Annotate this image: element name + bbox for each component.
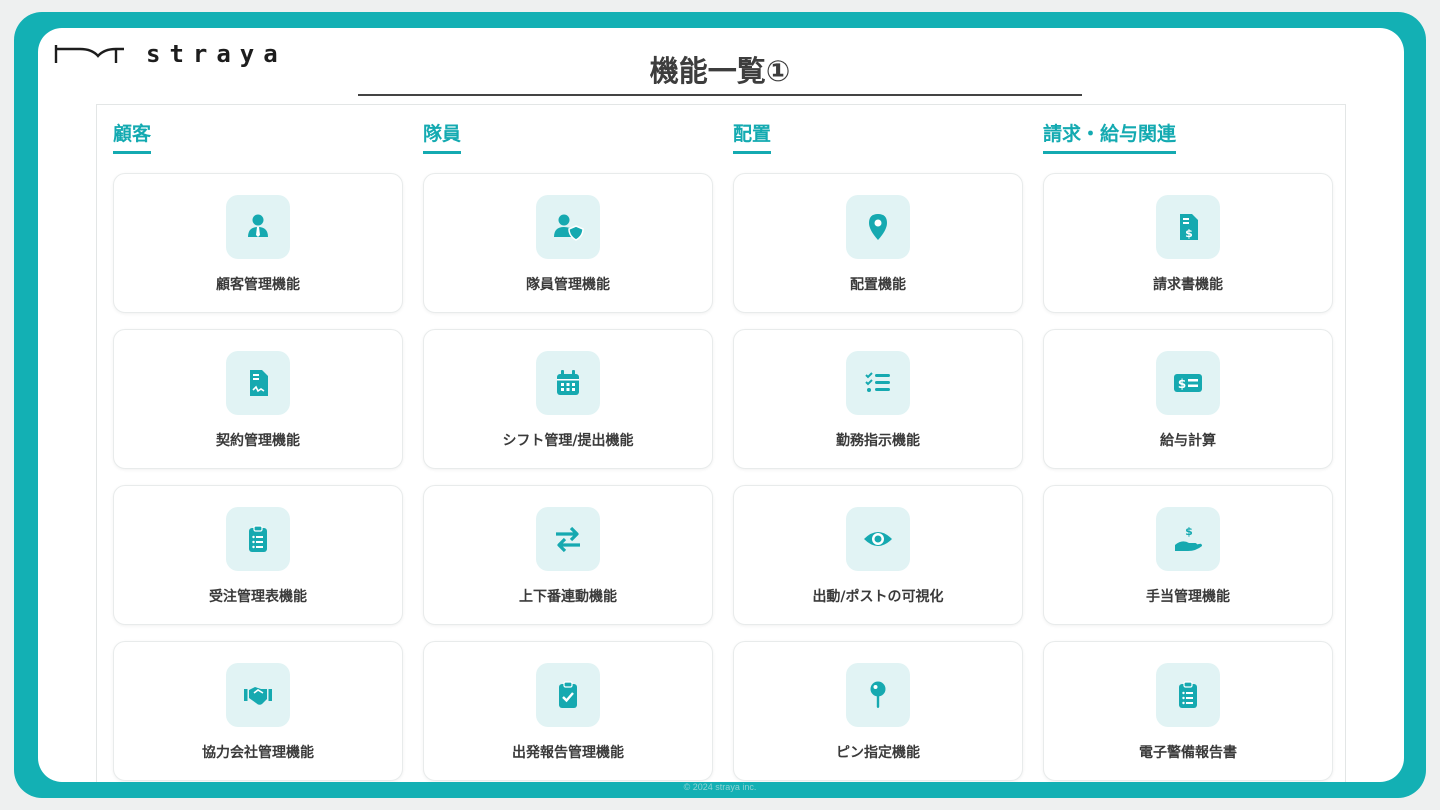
feature-icon-box: [1156, 663, 1220, 727]
money-check-icon: $: [1174, 374, 1202, 392]
feature-card-label: 出動/ポストの可視化: [812, 589, 944, 605]
feature-icon-box: [226, 663, 290, 727]
handshake-icon: [244, 687, 272, 705]
feature-card-label: 上下番連動機能: [519, 589, 617, 605]
feature-card[interactable]: シフト管理/提出機能: [423, 329, 713, 469]
feature-card-label: 電子警備報告書: [1139, 745, 1237, 761]
svg-text:$: $: [1185, 525, 1193, 538]
column-heading: 顧客: [113, 119, 152, 154]
feature-card[interactable]: 契約管理機能: [113, 329, 403, 469]
feature-icon-box: [846, 351, 910, 415]
column-heading: 請求・給与関連: [1043, 119, 1177, 154]
feature-card-label: 出発報告管理機能: [512, 745, 624, 761]
feature-icon-box: [226, 351, 290, 415]
feature-icon-box: [846, 663, 910, 727]
feature-icon-box: [536, 507, 600, 571]
eye-icon: [864, 532, 892, 546]
invoice-dollar-icon: $: [1180, 214, 1198, 240]
feature-icon-box: [846, 507, 910, 571]
feature-icon-box: [226, 195, 290, 259]
feature-icon-box: [846, 195, 910, 259]
feature-card[interactable]: ピン指定機能: [733, 641, 1023, 781]
svg-text:$: $: [1185, 227, 1193, 240]
feature-card-label: 契約管理機能: [216, 433, 300, 449]
feature-icon-box: [226, 507, 290, 571]
column-heading: 隊員: [423, 119, 462, 154]
feature-card-label: 顧客管理機能: [216, 277, 300, 293]
calendar-icon: [557, 370, 579, 395]
feature-icon-box: [536, 351, 600, 415]
feature-card-label: 受注管理表機能: [209, 589, 307, 605]
feature-card[interactable]: 勤務指示機能: [733, 329, 1023, 469]
feature-card-label: 手当管理機能: [1146, 589, 1230, 605]
clipboard-list-icon: [1179, 681, 1197, 708]
feature-card-label: 配置機能: [850, 277, 906, 293]
feature-panel: 顧客顧客管理機能 契約管理機能 受注管理表機能 協力会社管理機能 隊員隊員管理機能シフト…: [96, 104, 1346, 782]
feature-card-label: ピン指定機能: [836, 745, 920, 761]
feature-card-label: シフト管理/提出機能: [502, 433, 634, 449]
logo-mark-icon: [54, 45, 124, 63]
column-heading: 配置: [733, 119, 772, 154]
feature-card[interactable]: 受注管理表機能: [113, 485, 403, 625]
clipboard-check-icon: [559, 681, 577, 708]
exchange-arrows-icon: [556, 526, 580, 553]
feature-icon-box: [536, 663, 600, 727]
user-shield-icon: [554, 214, 584, 241]
feature-card-label: 協力会社管理機能: [202, 745, 314, 761]
push-pin-icon: [870, 681, 886, 708]
person-tie-icon: [248, 214, 268, 237]
slide: straya 機能一覧① 顧客顧客管理機能 契約管理機能 受注管理表機能 協力会社管理…: [38, 28, 1404, 782]
feature-card-label: 勤務指示機能: [836, 433, 920, 449]
feature-card[interactable]: 協力会社管理機能: [113, 641, 403, 781]
logo: straya: [54, 40, 287, 68]
page-title: 機能一覧①: [358, 48, 1082, 96]
footer-copyright: © 2024 straya inc.: [683, 782, 757, 792]
hand-dollar-icon: $: [1175, 525, 1202, 551]
feature-card-label: 隊員管理機能: [526, 277, 610, 293]
feature-card[interactable]: 出動/ポストの可視化: [733, 485, 1023, 625]
feature-card-label: 請求書機能: [1153, 277, 1223, 293]
feature-card[interactable]: 電子警備報告書: [1043, 641, 1333, 781]
logo-text: straya: [146, 40, 287, 68]
feature-icon-box: $: [1156, 195, 1220, 259]
feature-icon-box: [536, 195, 600, 259]
feature-card[interactable]: 上下番連動機能: [423, 485, 713, 625]
feature-card-label: 給与計算: [1160, 433, 1216, 449]
feature-icon-box: $: [1156, 507, 1220, 571]
svg-text:$: $: [1178, 377, 1186, 391]
feature-card[interactable]: 隊員管理機能: [423, 173, 713, 313]
contract-document-icon: [250, 370, 268, 396]
feature-card[interactable]: 配置機能: [733, 173, 1023, 313]
feature-card[interactable]: 出発報告管理機能: [423, 641, 713, 781]
feature-card[interactable]: $ 手当管理機能: [1043, 485, 1333, 625]
feature-icon-box: $: [1156, 351, 1220, 415]
map-pin-icon: [869, 214, 887, 240]
clipboard-list-icon: [249, 525, 267, 552]
feature-card[interactable]: $ 給与計算: [1043, 329, 1333, 469]
feature-card[interactable]: $ 請求書機能: [1043, 173, 1333, 313]
checklist-icon: [865, 372, 890, 392]
feature-card[interactable]: 顧客管理機能: [113, 173, 403, 313]
